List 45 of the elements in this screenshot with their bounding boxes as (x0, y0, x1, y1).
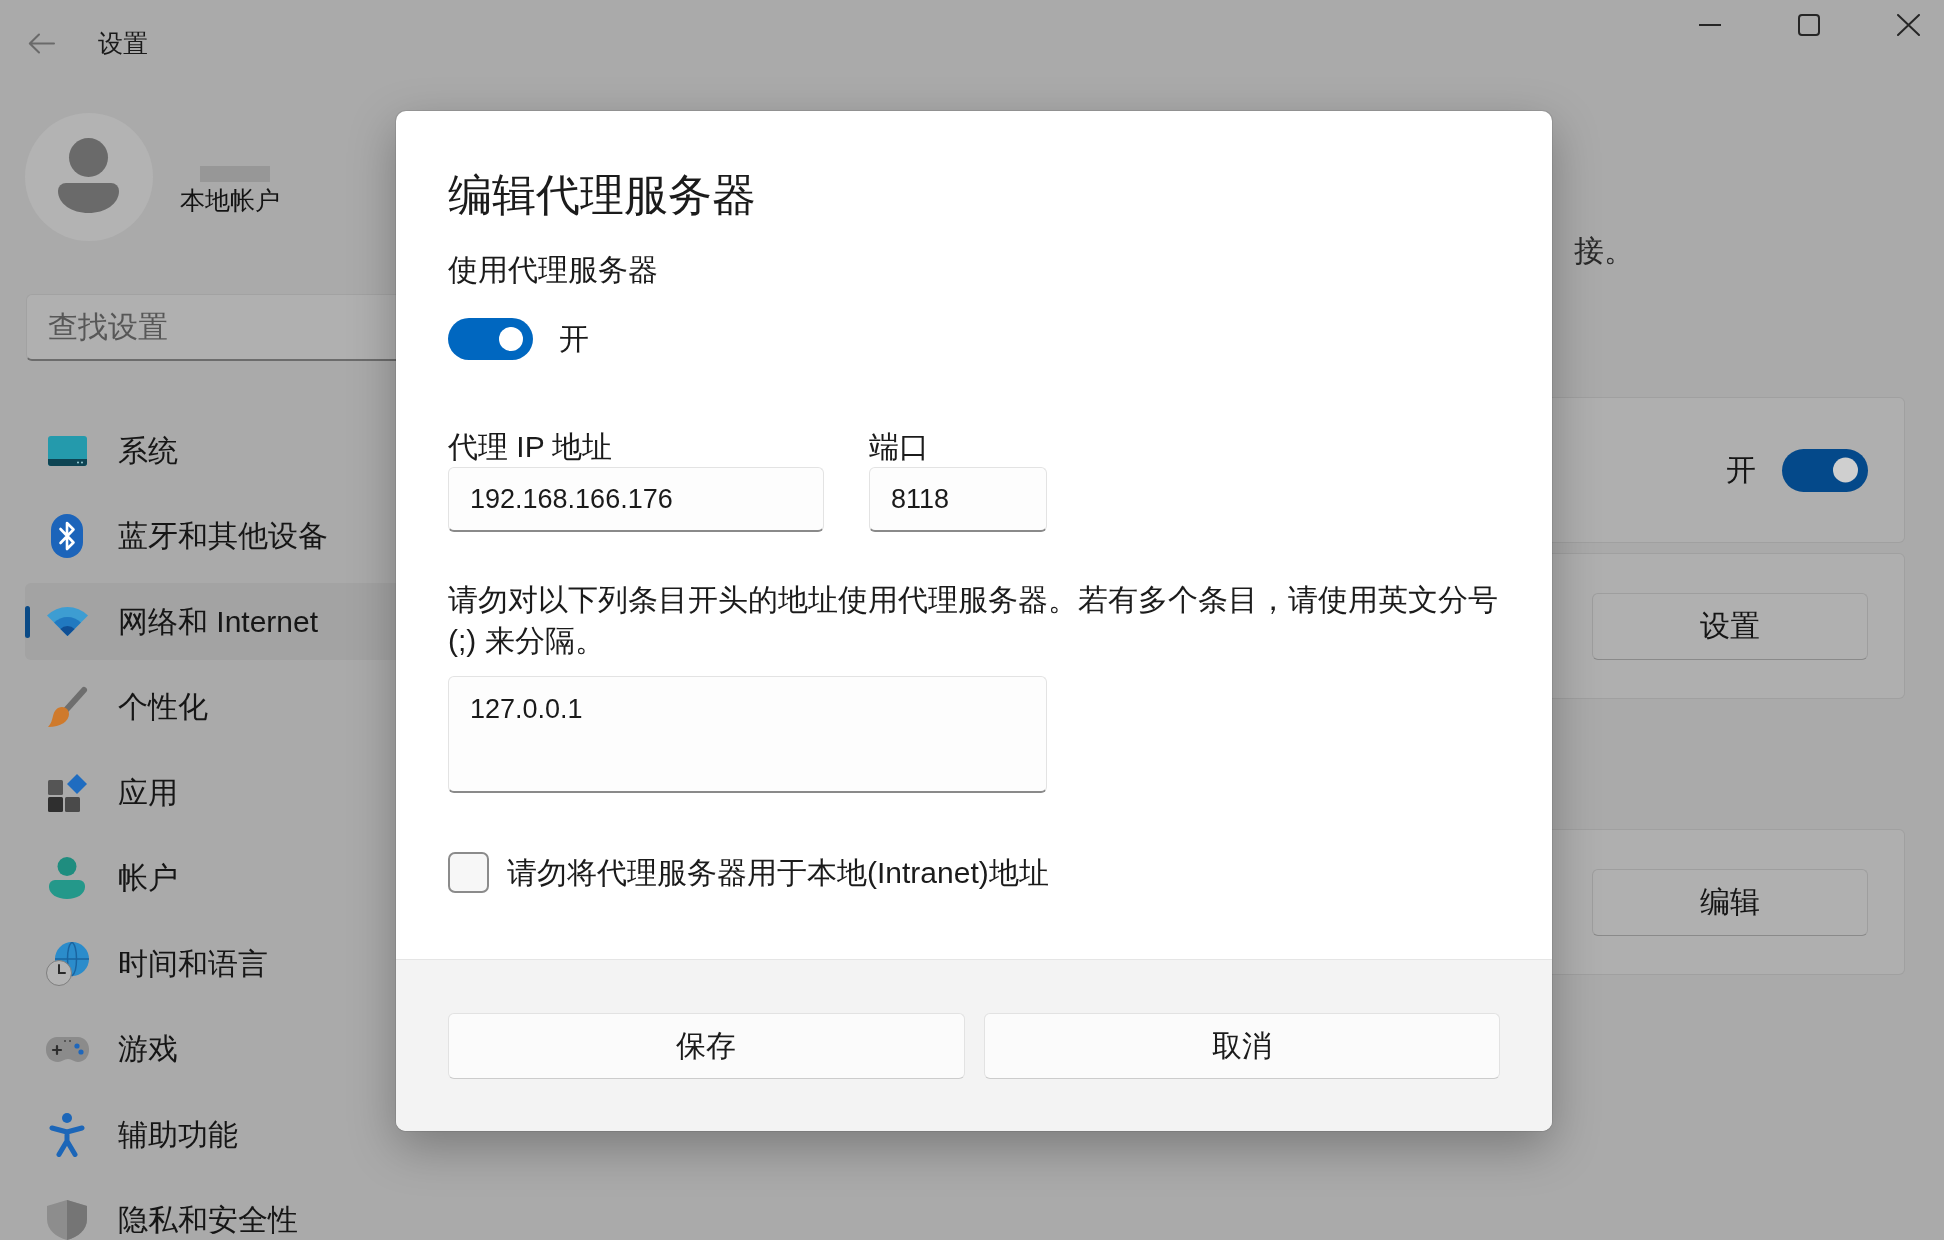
wifi-icon (46, 607, 88, 636)
sidebar-item[interactable]: 蓝牙和其他设备 (25, 497, 398, 575)
dialog-title: 编辑代理服务器 (448, 169, 757, 221)
sidebar-item[interactable]: 时间和语言 (25, 925, 398, 1002)
apps-icon (47, 773, 87, 812)
sidebar-item[interactable]: 应用 (25, 754, 398, 831)
toggle-switch[interactable] (448, 318, 533, 360)
description-text: 接。 (1574, 233, 1634, 269)
field-label: 端口 (869, 429, 929, 465)
toggle-label: 使用代理服务器 (448, 252, 659, 288)
avatar-icon (25, 113, 153, 241)
sidebar-item[interactable]: 系统 (25, 412, 398, 489)
edit-button[interactable]: 编辑 (1592, 868, 1868, 936)
sidebar-item[interactable]: 个性化 (25, 668, 398, 746)
ip-address-field[interactable]: 192.168.166.176 (448, 467, 824, 532)
exceptions-field[interactable]: 127.0.0.1 (448, 676, 1047, 793)
bluetooth-icon (51, 514, 83, 558)
close-icon[interactable] (1897, 14, 1920, 36)
toggle-switch[interactable] (1782, 448, 1868, 492)
checkbox-label: 请勿将代理服务器用于本地(Intranet)地址 (507, 854, 1049, 891)
settings-button[interactable]: 设置 (1592, 592, 1868, 660)
toggle-state-label: 开 (559, 323, 589, 355)
accessibility-icon (49, 1112, 85, 1157)
monitor-icon (47, 435, 87, 466)
sidebar-item[interactable]: 游戏 (25, 1010, 398, 1088)
globe-clock-icon (45, 941, 89, 986)
gamepad-icon (45, 1035, 89, 1063)
sidebar-item[interactable]: 辅助功能 (25, 1096, 398, 1173)
account-type-label: 本地帐户 (180, 185, 280, 215)
field-label: 代理 IP 地址 (448, 429, 613, 465)
cancel-button[interactable]: 取消 (983, 1013, 1500, 1079)
sidebar-item[interactable]: 隐私和安全性 (25, 1181, 398, 1240)
port-field[interactable]: 8118 (869, 467, 1047, 532)
exceptions-description: 请勿对以下列条目开头的地址使用代理服务器。若有多个条目，请使用英文分号 (;) 来分隔。 (448, 582, 1499, 659)
checkbox[interactable] (448, 852, 489, 893)
window-title: 设置 (98, 30, 148, 57)
sidebar-item[interactable]: 网络和 Internet (25, 583, 398, 660)
search-field[interactable]: 查找设置 (26, 294, 398, 361)
sidebar-item[interactable]: 帐户 (25, 839, 398, 917)
save-button[interactable]: 保存 (448, 1013, 965, 1079)
person-icon (49, 857, 85, 899)
shield-icon (47, 1200, 87, 1240)
paintbrush-icon (46, 686, 88, 728)
toggle-state-label: 开 (1726, 454, 1756, 486)
maximize-icon[interactable] (1798, 14, 1820, 36)
